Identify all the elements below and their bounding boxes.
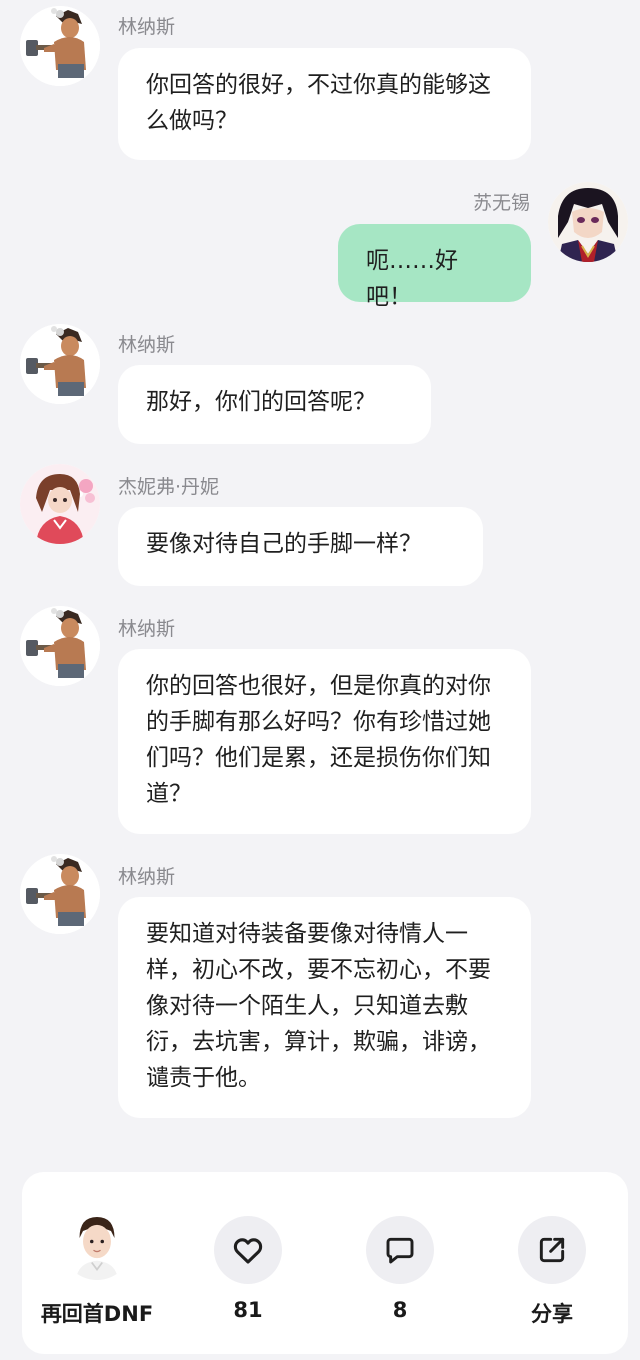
sender-name: 杰妮弗·丹妮 xyxy=(118,476,220,498)
share-icon-circle[interactable] xyxy=(518,1216,586,1284)
author-avatar[interactable] xyxy=(62,1210,132,1280)
bottom-action-bar: 再回首DNF 81 8 分享 xyxy=(22,1172,628,1354)
message-bubble[interactable]: 呃……好吧！ xyxy=(338,224,531,310)
avatar[interactable] xyxy=(20,324,100,404)
share-label[interactable]: 分享 xyxy=(477,1298,627,1328)
message-item: 苏无锡 呃……好吧！ xyxy=(0,180,640,310)
like-icon-circle[interactable] xyxy=(214,1216,282,1284)
message-bubble[interactable]: 那好，你们的回答呢？ xyxy=(118,365,431,444)
message-item: 林纳斯 那好，你们的回答呢？ xyxy=(0,324,640,444)
sender-name: 林纳斯 xyxy=(118,866,176,888)
like-count: 81 xyxy=(233,1298,263,1322)
heart-icon xyxy=(233,1238,263,1264)
comment-button[interactable]: 8 xyxy=(325,1172,475,1354)
avatar-image xyxy=(20,854,100,934)
avatar[interactable] xyxy=(20,6,100,86)
like-button[interactable]: 81 xyxy=(173,1172,323,1354)
avatar[interactable] xyxy=(20,854,100,934)
share-icon xyxy=(539,1237,565,1263)
comment-count: 8 xyxy=(392,1298,408,1322)
share-button[interactable]: 分享 xyxy=(477,1172,627,1354)
sender-name: 苏无锡 xyxy=(472,192,530,214)
message-item: 林纳斯 你回答的很好，不过你真的能够这么做吗？ xyxy=(0,0,640,160)
message-item: 林纳斯 要知道对待装备要像对待情人一样，初心不改，要不忘初心，不要像对待一个陌生… xyxy=(0,854,640,1118)
avatar-image xyxy=(20,464,100,544)
avatar-image xyxy=(20,324,100,404)
author-name[interactable]: 再回首DNF xyxy=(22,1298,172,1328)
sender-name: 林纳斯 xyxy=(118,16,176,38)
message-bubble[interactable]: 要像对待自己的手脚一样？ xyxy=(118,507,483,586)
message-bubble[interactable]: 要知道对待装备要像对待情人一样，初心不改，要不忘初心，不要像对待一个陌生人，只知… xyxy=(118,897,531,1118)
author-profile[interactable]: 再回首DNF xyxy=(22,1172,172,1354)
message-bubble[interactable]: 你的回答也很好，但是你真的对你的手脚有那么好吗？你有珍惜过她们吗？他们是累，还是… xyxy=(118,649,531,834)
avatar[interactable] xyxy=(20,464,100,544)
avatar-image xyxy=(20,606,100,686)
avatar[interactable] xyxy=(20,606,100,686)
comment-icon-circle[interactable] xyxy=(366,1216,434,1284)
comment-icon xyxy=(386,1237,414,1264)
message-item: 杰妮弗·丹妮 要像对待自己的手脚一样？ xyxy=(0,464,640,586)
message-bubble[interactable]: 你回答的很好，不过你真的能够这么做吗？ xyxy=(118,48,531,160)
sender-name: 林纳斯 xyxy=(118,618,176,640)
avatar-image xyxy=(548,182,628,262)
message-item: 林纳斯 你的回答也很好，但是你真的对你的手脚有那么好吗？你有珍惜过她们吗？他们是… xyxy=(0,606,640,834)
author-avatar-image xyxy=(62,1210,132,1280)
avatar[interactable] xyxy=(548,182,628,262)
avatar-image xyxy=(20,6,100,86)
sender-name: 林纳斯 xyxy=(118,334,176,356)
